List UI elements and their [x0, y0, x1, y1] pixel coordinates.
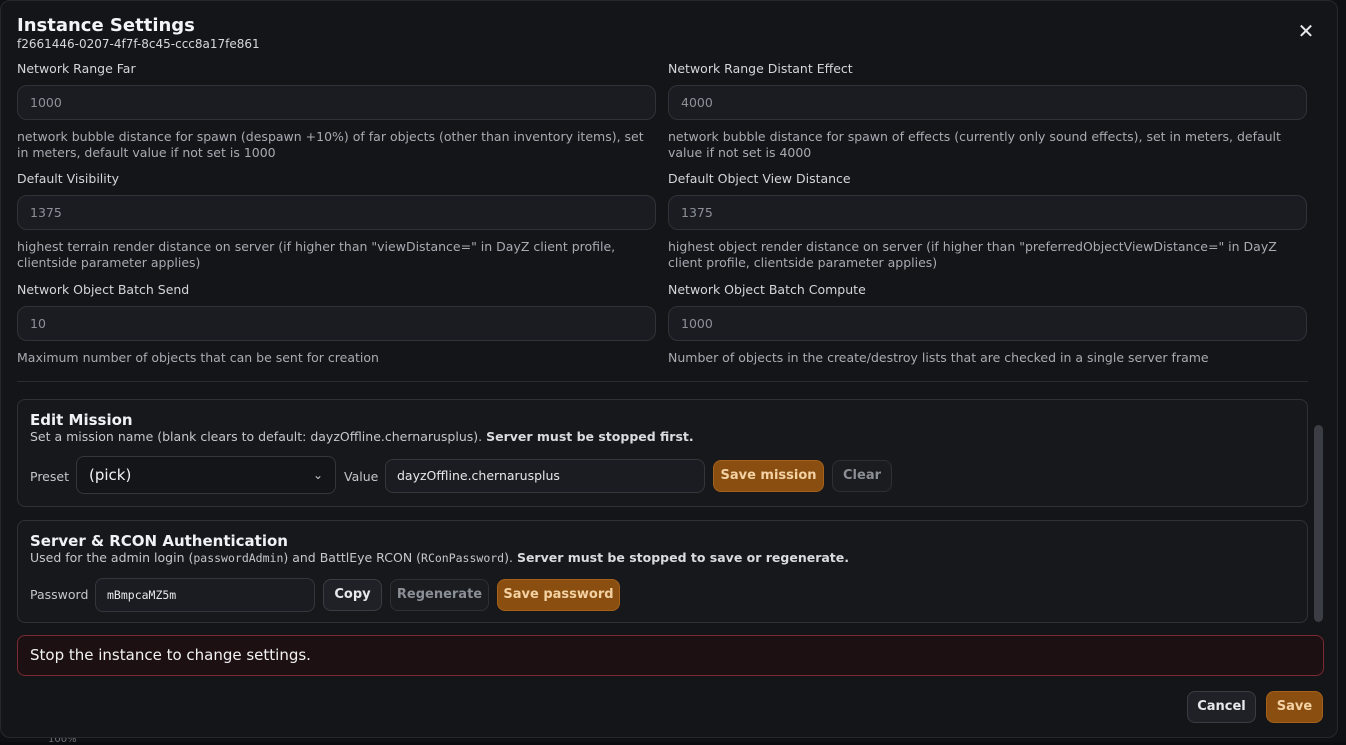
copy-password-button[interactable]: Copy: [323, 579, 382, 611]
rcon-password-code: RConPassword: [421, 551, 505, 565]
auth-title: Server & RCON Authentication: [30, 532, 288, 550]
edit-mission-title: Edit Mission: [30, 411, 133, 429]
section-divider: [17, 381, 1308, 382]
field-help: highest object render distance on server…: [668, 239, 1277, 270]
field-help: network bubble distance for spawn of eff…: [668, 129, 1281, 160]
password-input[interactable]: mBmpcaMZ5m: [95, 578, 315, 612]
field-default-object-view-distance: Default Object View Distance 1375 highes…: [668, 171, 1308, 271]
network-object-batch-compute-input[interactable]: 1000: [668, 306, 1307, 341]
field-label: Network Range Distant Effect: [668, 61, 853, 76]
regenerate-password-button[interactable]: Regenerate: [390, 579, 489, 611]
preset-label: Preset: [30, 469, 69, 484]
field-help: Maximum number of objects that can be se…: [17, 350, 379, 365]
network-range-distant-effect-input[interactable]: 4000: [668, 85, 1307, 120]
network-range-far-input[interactable]: 1000: [17, 85, 656, 120]
field-help: Number of objects in the create/destroy …: [668, 350, 1209, 365]
field-network-object-batch-compute: Network Object Batch Compute 1000 Number…: [668, 282, 1308, 366]
edit-mission-card: Edit Mission Set a mission name (blank c…: [17, 399, 1308, 507]
password-label: Password: [30, 587, 89, 602]
field-default-visibility: Default Visibility 1375 highest terrain …: [17, 171, 657, 271]
auth-description: Used for the admin login (passwordAdmin)…: [30, 550, 849, 565]
scrollbar-thumb[interactable]: [1314, 425, 1323, 622]
mission-desc-text: Set a mission name (blank clears to defa…: [30, 429, 483, 444]
close-icon[interactable]: ✕: [1295, 20, 1317, 42]
auth-desc-text: Used for the admin login (: [30, 550, 194, 565]
auth-desc-text: ) and BattlEye RCON (: [283, 550, 422, 565]
stop-instance-alert: Stop the instance to change settings.: [17, 635, 1324, 676]
clear-mission-button[interactable]: Clear: [832, 460, 892, 492]
preset-select[interactable]: (pick) ⌄: [76, 456, 336, 494]
settings-scroll-area[interactable]: Network Range Far 1000 network bubble di…: [1, 59, 1323, 625]
field-help: network bubble distance for spawn (despa…: [17, 129, 644, 160]
instance-id: f2661446-0207-4f7f-8c45-ccc8a17fe861: [17, 37, 260, 51]
field-label: Network Range Far: [17, 61, 136, 76]
value-label: Value: [344, 469, 379, 484]
cancel-button[interactable]: Cancel: [1187, 691, 1256, 723]
field-label: Default Object View Distance: [668, 171, 851, 186]
auth-desc-warning: Server must be stopped to save or regene…: [516, 550, 850, 565]
edit-mission-description: Set a mission name (blank clears to defa…: [30, 429, 694, 444]
default-visibility-input[interactable]: 1375: [17, 195, 656, 230]
network-object-batch-send-input[interactable]: 10: [17, 306, 656, 341]
auth-desc-text: ).: [504, 550, 513, 565]
password-admin-code: passwordAdmin: [193, 551, 284, 565]
mission-desc-warning: Server must be stopped first.: [486, 429, 694, 444]
default-object-view-distance-input[interactable]: 1375: [668, 195, 1307, 230]
save-mission-button[interactable]: Save mission: [713, 460, 824, 492]
field-network-object-batch-send: Network Object Batch Send 10 Maximum num…: [17, 282, 657, 366]
save-password-button[interactable]: Save password: [497, 579, 620, 611]
field-label: Network Object Batch Send: [17, 282, 190, 297]
field-label: Network Object Batch Compute: [668, 282, 866, 297]
auth-card: Server & RCON Authentication Used for th…: [17, 520, 1308, 623]
modal-title: Instance Settings: [17, 15, 195, 36]
mission-value-input[interactable]: dayzOffline.chernarusplus: [385, 459, 705, 493]
field-network-range-distant-effect: Network Range Distant Effect 4000 networ…: [668, 61, 1308, 161]
field-network-range-far: Network Range Far 1000 network bubble di…: [17, 61, 657, 161]
field-label: Default Visibility: [17, 171, 120, 186]
save-button[interactable]: Save: [1266, 691, 1323, 723]
chevron-down-icon: ⌄: [312, 468, 323, 482]
preset-selected-value: (pick): [89, 466, 132, 484]
field-help: highest terrain render distance on serve…: [17, 239, 616, 270]
instance-settings-modal: Instance Settings f2661446-0207-4f7f-8c4…: [0, 0, 1338, 738]
